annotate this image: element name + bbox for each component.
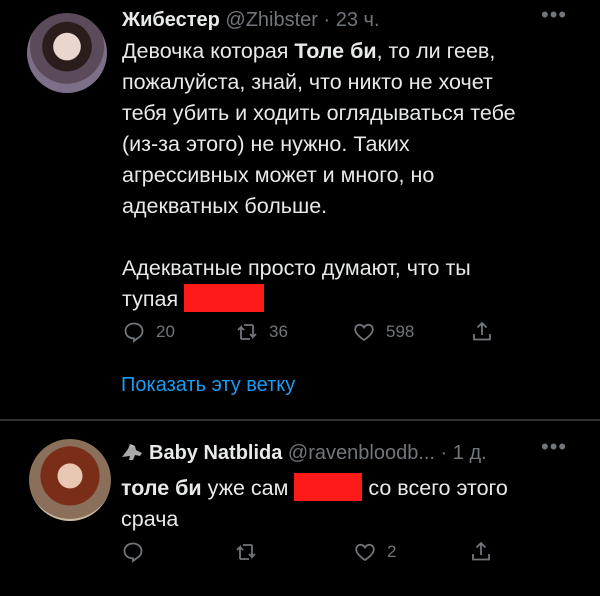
like-count: 598 <box>386 322 415 341</box>
tweet-actions: 2 <box>121 540 501 566</box>
tweet-header: Baby Natblida @ravenbloodb... · 1 д. <box>121 441 487 465</box>
reply-count: 20 <box>156 322 175 341</box>
tweet-line: пожалуйста, знай, что никто не хочет <box>122 70 493 94</box>
author-handle[interactable]: @Zhibster <box>225 9 318 31</box>
author-name[interactable]: Жибестер <box>122 9 220 31</box>
like-button[interactable]: 598 <box>352 320 414 344</box>
reply-icon <box>124 322 144 343</box>
heart-icon <box>354 323 374 342</box>
tweet-1[interactable]: Жибестер @Zhibster · 23 ч. ••• Девочка к… <box>0 0 600 418</box>
tweet-line: тупая <box>122 284 582 315</box>
retweet-icon <box>237 324 257 340</box>
retweet-button[interactable] <box>234 540 268 564</box>
more-options-icon[interactable]: ••• <box>541 436 567 458</box>
tweet-line: адекватных больше. <box>122 194 328 218</box>
tweet-line: (из-за этого) не нужно. Таких <box>122 132 410 156</box>
tweet-text: Девочка которая Толе би, то ли геев, пож… <box>122 36 582 315</box>
avatar[interactable] <box>29 439 111 521</box>
tweet-line: срача <box>121 507 179 531</box>
tweet-line: Девочка которая Толе би, то ли геев, <box>122 39 496 63</box>
tweet-line: тебя убить и ходить оглядываться тебе <box>122 101 516 125</box>
tweet-actions: 20 36 598 <box>122 320 502 346</box>
share-icon <box>472 541 490 561</box>
share-button[interactable] <box>469 540 493 564</box>
share-icon <box>473 321 491 341</box>
timestamp[interactable]: · 1 д. <box>441 442 487 464</box>
like-button[interactable]: 2 <box>353 540 396 564</box>
show-thread-link[interactable]: Показать эту ветку <box>121 374 295 397</box>
reply-button[interactable]: 20 <box>122 320 175 344</box>
tweet-line: Адекватные просто думают, что ты <box>122 256 471 280</box>
timestamp[interactable]: · 23 ч. <box>324 9 380 31</box>
reply-icon <box>123 542 143 563</box>
tweet-line: толе би уже сам со всего этого <box>121 473 581 504</box>
divider <box>0 419 600 421</box>
redaction-box <box>294 473 363 501</box>
avatar[interactable] <box>27 13 107 93</box>
retweet-icon <box>236 544 256 560</box>
author-name[interactable]: Baby Natblida <box>149 442 282 464</box>
retweet-button[interactable]: 36 <box>235 320 288 344</box>
reply-button[interactable] <box>121 540 155 564</box>
tweet-text: толе би уже сам со всего этого срача <box>121 473 581 535</box>
retweet-count: 36 <box>269 322 288 341</box>
tweet-header: Жибестер @Zhibster · 23 ч. <box>122 8 380 32</box>
author-handle[interactable]: @ravenbloodb... <box>288 442 435 464</box>
like-count: 2 <box>387 542 397 561</box>
wolf-emoji-icon <box>122 444 142 460</box>
more-options-icon[interactable]: ••• <box>541 4 567 26</box>
share-button[interactable] <box>470 320 494 344</box>
redaction-box <box>184 284 265 312</box>
heart-icon <box>355 543 375 562</box>
tweet-line: агрессивных может и много, но <box>122 163 435 187</box>
